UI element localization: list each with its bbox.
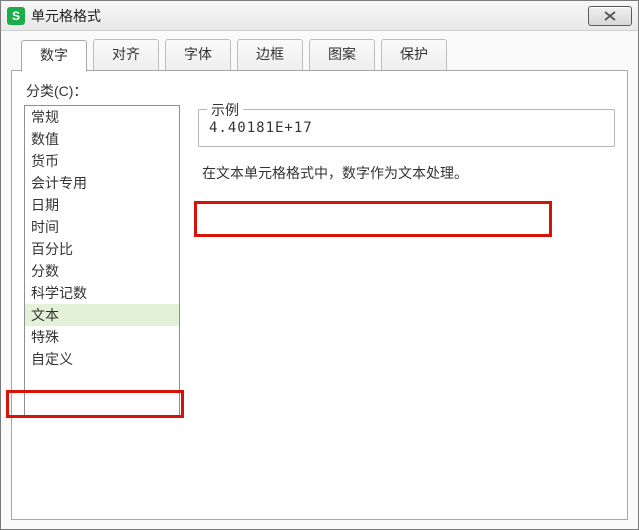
list-item[interactable]: 货币 (25, 150, 179, 172)
list-item[interactable]: 时间 (25, 216, 179, 238)
format-description: 在文本单元格格式中，数字作为文本处理。 (198, 161, 615, 186)
category-label: 分类(C)： (26, 81, 615, 101)
app-icon: S (7, 7, 25, 25)
tab-protect[interactable]: 保护 (381, 39, 447, 71)
list-item[interactable]: 会计专用 (25, 172, 179, 194)
list-item[interactable]: 数值 (25, 128, 179, 150)
list-item[interactable]: 日期 (25, 194, 179, 216)
tab-pattern[interactable]: 图案 (309, 39, 375, 71)
titlebar: S 单元格格式 (1, 1, 638, 31)
tab-border[interactable]: 边框 (237, 39, 303, 71)
window-title: 单元格格式 (31, 6, 588, 26)
tab-font[interactable]: 字体 (165, 39, 231, 71)
list-item[interactable]: 百分比 (25, 238, 179, 260)
tab-number[interactable]: 数字 (21, 40, 87, 72)
list-item[interactable]: 科学记数 (25, 282, 179, 304)
panel-columns: 常规 数值 货币 会计专用 日期 时间 百分比 分数 科学记数 文本 特殊 自定… (24, 105, 615, 417)
client-area: 数字 对齐 字体 边框 图案 保护 分类(C)： 常规 数值 货币 会计专用 日… (1, 31, 638, 529)
sample-legend: 示例 (207, 100, 243, 120)
tab-strip: 数字 对齐 字体 边框 图案 保护 (21, 39, 628, 71)
tab-align[interactable]: 对齐 (93, 39, 159, 71)
list-item[interactable]: 分数 (25, 260, 179, 282)
sample-fieldset: 示例 4.40181E+17 (198, 109, 615, 147)
list-item[interactable]: 特殊 (25, 326, 179, 348)
close-button[interactable] (588, 6, 632, 26)
category-listbox[interactable]: 常规 数值 货币 会计专用 日期 时间 百分比 分数 科学记数 文本 特殊 自定… (24, 105, 180, 417)
list-item[interactable]: 常规 (25, 106, 179, 128)
tab-panel-number: 分类(C)： 常规 数值 货币 会计专用 日期 时间 百分比 分数 科学记数 文… (11, 70, 628, 520)
list-item-selected[interactable]: 文本 (25, 304, 179, 326)
right-column: 示例 4.40181E+17 在文本单元格格式中，数字作为文本处理。 (198, 105, 615, 417)
dialog-window: S 单元格格式 数字 对齐 字体 边框 图案 保护 分类(C)： 常规 数值 (0, 0, 639, 530)
list-item[interactable]: 自定义 (25, 348, 179, 370)
sample-value: 4.40181E+17 (209, 120, 604, 136)
close-icon (603, 11, 617, 21)
